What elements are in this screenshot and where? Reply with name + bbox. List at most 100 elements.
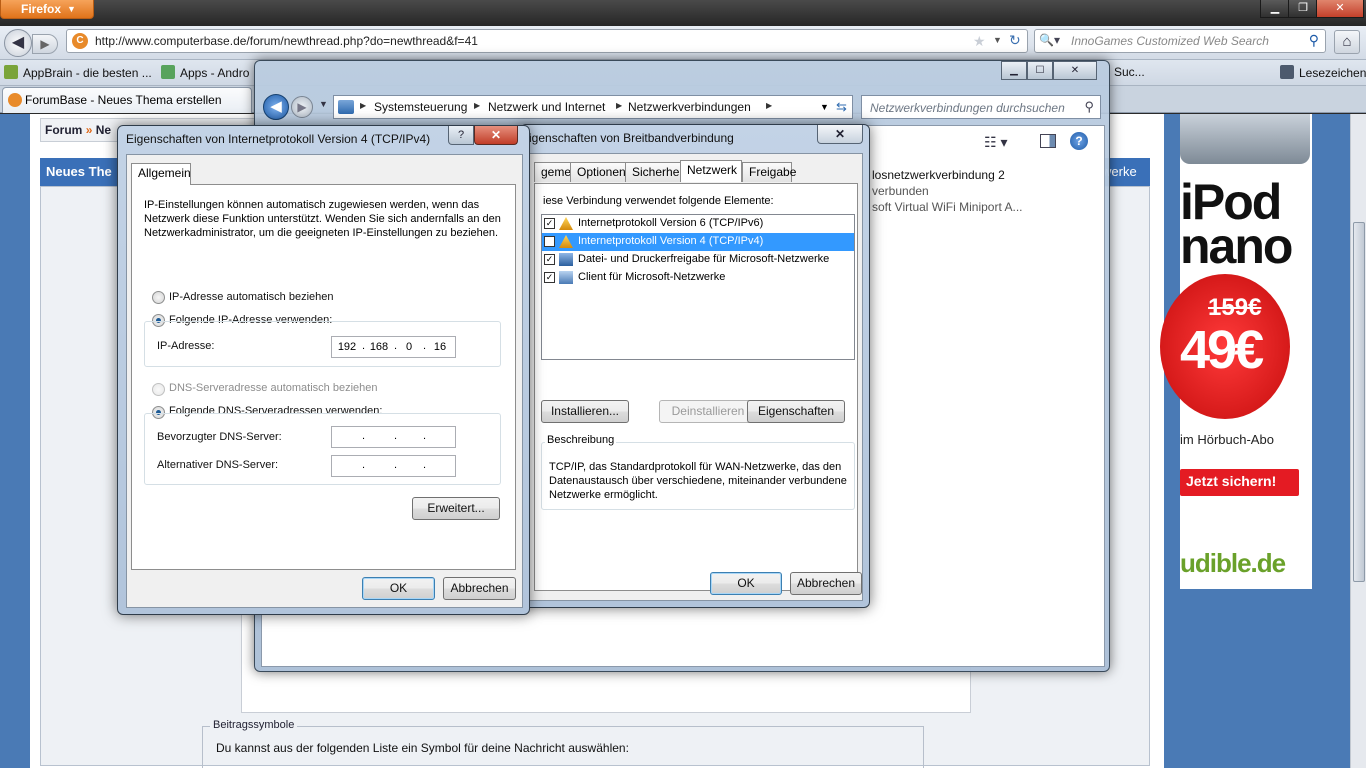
dns-alternate-label: Alternativer DNS-Server: (157, 459, 279, 471)
breadcrumb-separator-icon[interactable]: ▶ (360, 101, 366, 110)
breadcrumb-forum-link[interactable]: Forum (45, 123, 82, 137)
breadcrumb-systemsteuerung[interactable]: Systemsteuerung (374, 100, 467, 114)
close-icon: ✕ (834, 127, 846, 141)
tab-sicherheit[interactable]: Sicherheit (625, 162, 685, 182)
forward-button[interactable]: ▶ (32, 34, 58, 54)
breadcrumb-netzwerk-und-internet[interactable]: Netzwerk und Internet (488, 100, 605, 114)
post-icons-instructions: Du kannst aus der folgenden Liste ein Sy… (216, 741, 629, 755)
checkbox[interactable]: ✓ (544, 236, 555, 247)
back-arrow-icon: ◀ (11, 34, 25, 51)
uninstall-button[interactable]: Deinstallieren (659, 400, 757, 423)
ok-button[interactable]: OK (362, 577, 435, 600)
home-button[interactable]: ⌂ (1334, 30, 1360, 54)
dns-alternate-input[interactable]: . . . (331, 455, 456, 477)
checkbox[interactable]: ✓ (544, 218, 555, 229)
connection-status: verbunden (872, 184, 929, 198)
ip-octet-2[interactable]: 168 (366, 341, 392, 353)
ip-octet-4[interactable]: 16 (427, 341, 453, 353)
site-identity-icon[interactable]: C (72, 33, 88, 49)
bookmark-star-icon[interactable]: ★ (973, 33, 986, 50)
dns-preferred-label: Bevorzugter DNS-Server: (157, 431, 282, 443)
breadcrumb-current[interactable]: Ne (96, 123, 111, 137)
scrollbar-thumb[interactable] (1353, 222, 1365, 582)
ip-dot: . (423, 459, 427, 471)
bookmark-appbrain[interactable]: AppBrain - die besten ... (4, 65, 152, 80)
ok-button[interactable]: OK (710, 572, 782, 595)
install-button[interactable]: Installieren... (541, 400, 629, 423)
ip-octet-1[interactable]: 192 (334, 341, 360, 353)
ip-octet-3[interactable]: 0 (396, 341, 422, 353)
radio-ip-auto-label[interactable]: IP-Adresse automatisch beziehen (169, 291, 333, 303)
help-icon[interactable]: ? (1070, 132, 1088, 150)
close-button[interactable]: ✕ (817, 125, 863, 144)
help-button[interactable]: ? (448, 126, 474, 145)
reload-icon[interactable]: ↻ (1009, 32, 1021, 49)
cancel-button[interactable]: Abbrechen (790, 572, 862, 595)
radio-ip-auto[interactable] (152, 291, 165, 304)
list-item[interactable]: ✓ Datei- und Druckerfreigabe für Microsof… (542, 251, 854, 269)
refresh-icon[interactable]: ⇆ (836, 99, 847, 115)
maximize-button[interactable]: ❐ (1288, 0, 1318, 18)
connection-name[interactable]: losnetzwerkverbindung 2 (872, 168, 1005, 182)
tab-allgemein[interactable]: Allgemein (131, 163, 191, 185)
close-button[interactable]: ✕ (474, 126, 518, 145)
breadcrumb-separator-icon[interactable]: ▶ (766, 101, 772, 110)
bookmark-apps[interactable]: Apps - Andro (161, 65, 249, 80)
ad-title: iPod nano (1180, 174, 1293, 274)
explorer-forward-button[interactable]: ▶ (291, 96, 313, 118)
ip-dot: . (362, 340, 366, 352)
explorer-address-bar[interactable]: ▶ Systemsteuerung ▶ Netzwerk und Interne… (333, 95, 853, 119)
minimize-button[interactable]: ▁ (1260, 0, 1290, 18)
ip-dot: . (362, 459, 366, 471)
dns-preferred-input[interactable]: . . . (331, 426, 456, 448)
address-dropdown-icon[interactable]: ▼ (820, 102, 829, 112)
breadcrumb-separator-icon[interactable]: ▶ (474, 101, 480, 110)
tab-netzwerk[interactable]: Netzwerk (680, 160, 742, 182)
advertisement[interactable]: iPod nano 159€ 49€ im Hörbuch-Abo Jetzt … (1160, 114, 1312, 589)
preview-pane-icon[interactable] (1040, 134, 1056, 148)
recent-pages-dropdown-icon[interactable]: ▼ (319, 99, 328, 109)
url-bar[interactable]: C http://www.computerbase.de/forum/newth… (66, 29, 1028, 53)
close-window-button[interactable]: ✕ (1316, 0, 1364, 18)
breadcrumb-netzwerkverbindungen[interactable]: Netzwerkverbindungen (628, 100, 751, 114)
explorer-minimize-button[interactable]: ▁ (1001, 61, 1027, 80)
bookmarks-menu[interactable]: Lesezeichen (1280, 65, 1366, 80)
cancel-button[interactable]: Abbrechen (443, 577, 516, 600)
search-icon[interactable]: ⚲ (1084, 99, 1094, 115)
tab-allgemein[interactable]: gemein (534, 162, 580, 182)
radio-dns-auto-label[interactable]: DNS-Serveradresse automatisch beziehen (169, 382, 378, 394)
url-text[interactable]: http://www.computerbase.de/forum/newthre… (95, 34, 478, 48)
checkbox[interactable]: ✓ (544, 254, 555, 265)
advanced-button[interactable]: Erweitert... (412, 497, 500, 520)
tab-forumbase[interactable]: ForumBase - Neues Thema erstellen (2, 87, 252, 113)
checkbox[interactable]: ✓ (544, 272, 555, 283)
search-engine-icon[interactable]: 🔍▾ (1039, 33, 1060, 47)
list-item[interactable]: ✓ Internetprotokoll Version 6 (TCP/IPv6) (542, 215, 854, 233)
explorer-close-button[interactable]: ✕ (1053, 61, 1097, 80)
ip-address-input[interactable]: 192 . 168 . 0 . 16 (331, 336, 456, 358)
properties-button[interactable]: Eigenschaften (747, 400, 845, 423)
bookmark-suc[interactable]: Suc... (1114, 65, 1145, 79)
breadcrumb-separator-icon[interactable]: ▶ (616, 101, 622, 110)
explorer-search-box[interactable]: Netzwerkverbindungen durchsuchen ⚲ (861, 95, 1101, 119)
tab-optionen[interactable]: Optionen (570, 162, 626, 182)
page-scrollbar[interactable] (1350, 114, 1366, 768)
ip-dot: . (394, 430, 398, 442)
list-item[interactable]: ✓ Client für Microsoft-Netzwerke (542, 269, 854, 287)
search-bar[interactable]: 🔍▾ InnoGames Customized Web Search ⚲ (1034, 29, 1326, 53)
search-go-icon[interactable]: ⚲ (1309, 32, 1319, 49)
back-button[interactable]: ◀ (4, 29, 32, 57)
url-history-dropdown-icon[interactable]: ▼ (993, 35, 1002, 45)
components-list[interactable]: ✓ Internetprotokoll Version 6 (TCP/IPv6) … (541, 214, 855, 360)
list-item-selected[interactable]: ✓ Internetprotokoll Version 4 (TCP/IPv4) (542, 233, 854, 251)
radio-dns-auto[interactable] (152, 383, 165, 396)
firefox-menu-button[interactable]: Firefox ▼ (0, 0, 94, 19)
explorer-back-button[interactable]: ◀ (263, 94, 289, 120)
components-label: iese Verbindung verwendet folgende Eleme… (543, 195, 774, 207)
bookmark-label: AppBrain - die besten ... (23, 66, 152, 80)
intro-text: IP-Einstellungen können automatisch zuge… (144, 199, 501, 239)
ad-cta-button[interactable]: Jetzt sichern! (1180, 469, 1299, 496)
tab-freigabe[interactable]: Freigabe (742, 162, 796, 182)
explorer-maximize-button[interactable]: ☐ (1027, 61, 1053, 80)
change-view-icon[interactable]: ☷ ▾ (984, 134, 1007, 151)
